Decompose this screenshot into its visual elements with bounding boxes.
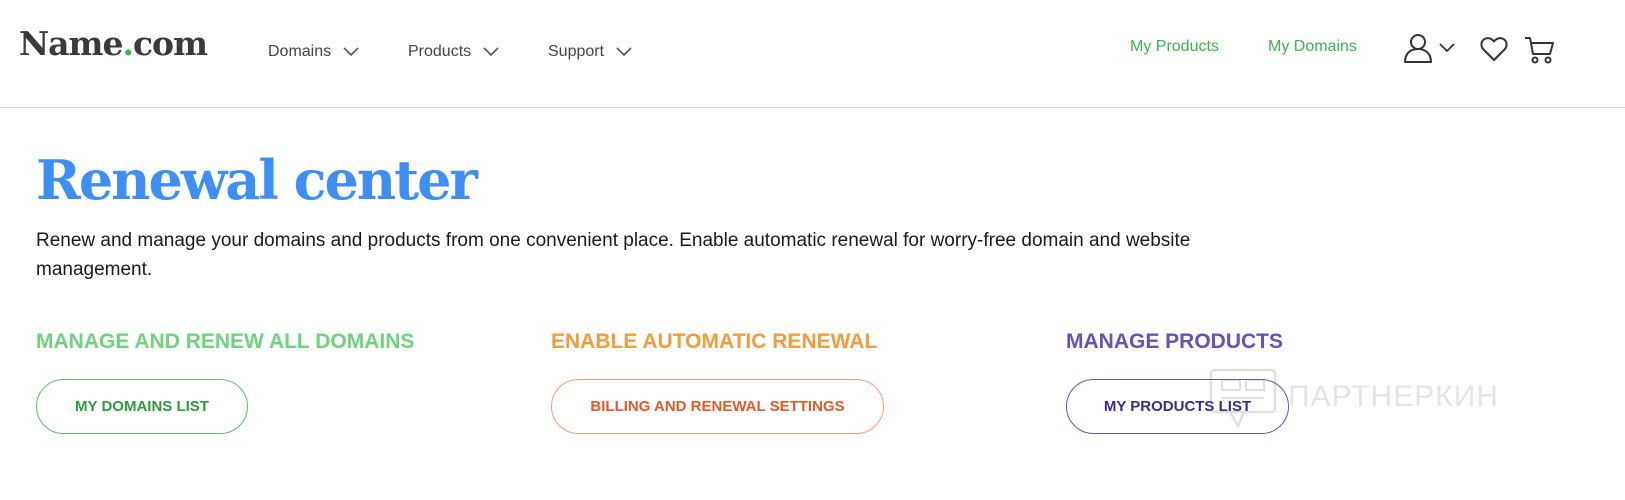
my-products-link[interactable]: My Products — [1130, 38, 1219, 56]
section-heading-domains: MANAGE AND RENEW ALL DOMAINS — [36, 330, 415, 353]
site-logo[interactable]: Name.com — [19, 24, 208, 64]
nav-domains-label: Domains — [268, 43, 332, 60]
chevron-down-icon — [343, 47, 359, 57]
watermark-text: ПАРТНЕРКИН — [1288, 380, 1499, 413]
chevron-down-icon — [483, 47, 499, 57]
site-header: Name.com Domains Products Support My Pro… — [0, 0, 1625, 108]
user-icon — [1404, 34, 1432, 63]
wishlist-button[interactable] — [1480, 36, 1508, 62]
chevron-down-icon — [616, 47, 632, 57]
chevron-down-icon — [1439, 43, 1455, 53]
nav-support-label: Support — [548, 43, 605, 60]
nav-products-label: Products — [408, 43, 472, 60]
cart-button[interactable] — [1524, 35, 1556, 65]
my-products-list-button[interactable]: MY PRODUCTS LIST — [1066, 379, 1289, 434]
billing-renewal-settings-button[interactable]: BILLING AND RENEWAL SETTINGS — [551, 379, 884, 434]
nav-products[interactable]: Products — [408, 40, 499, 64]
my-domains-list-button[interactable]: MY DOMAINS LIST — [36, 379, 248, 434]
logo-dot: . — [122, 24, 133, 63]
page-title: Renewal center — [36, 148, 478, 212]
my-domains-link[interactable]: My Domains — [1268, 38, 1357, 56]
logo-name: Name — [19, 24, 123, 63]
page-intro: Renew and manage your domains and produc… — [36, 230, 1191, 280]
section-heading-renewal: ENABLE AUTOMATIC RENEWAL — [551, 330, 878, 353]
nav-domains[interactable]: Domains — [268, 40, 359, 64]
logo-tld: com — [132, 24, 208, 63]
cart-icon — [1525, 37, 1554, 64]
heart-icon — [1480, 37, 1508, 61]
nav-support[interactable]: Support — [548, 40, 632, 64]
section-heading-products: MANAGE PRODUCTS — [1066, 330, 1284, 353]
account-menu[interactable] — [1402, 32, 1456, 64]
